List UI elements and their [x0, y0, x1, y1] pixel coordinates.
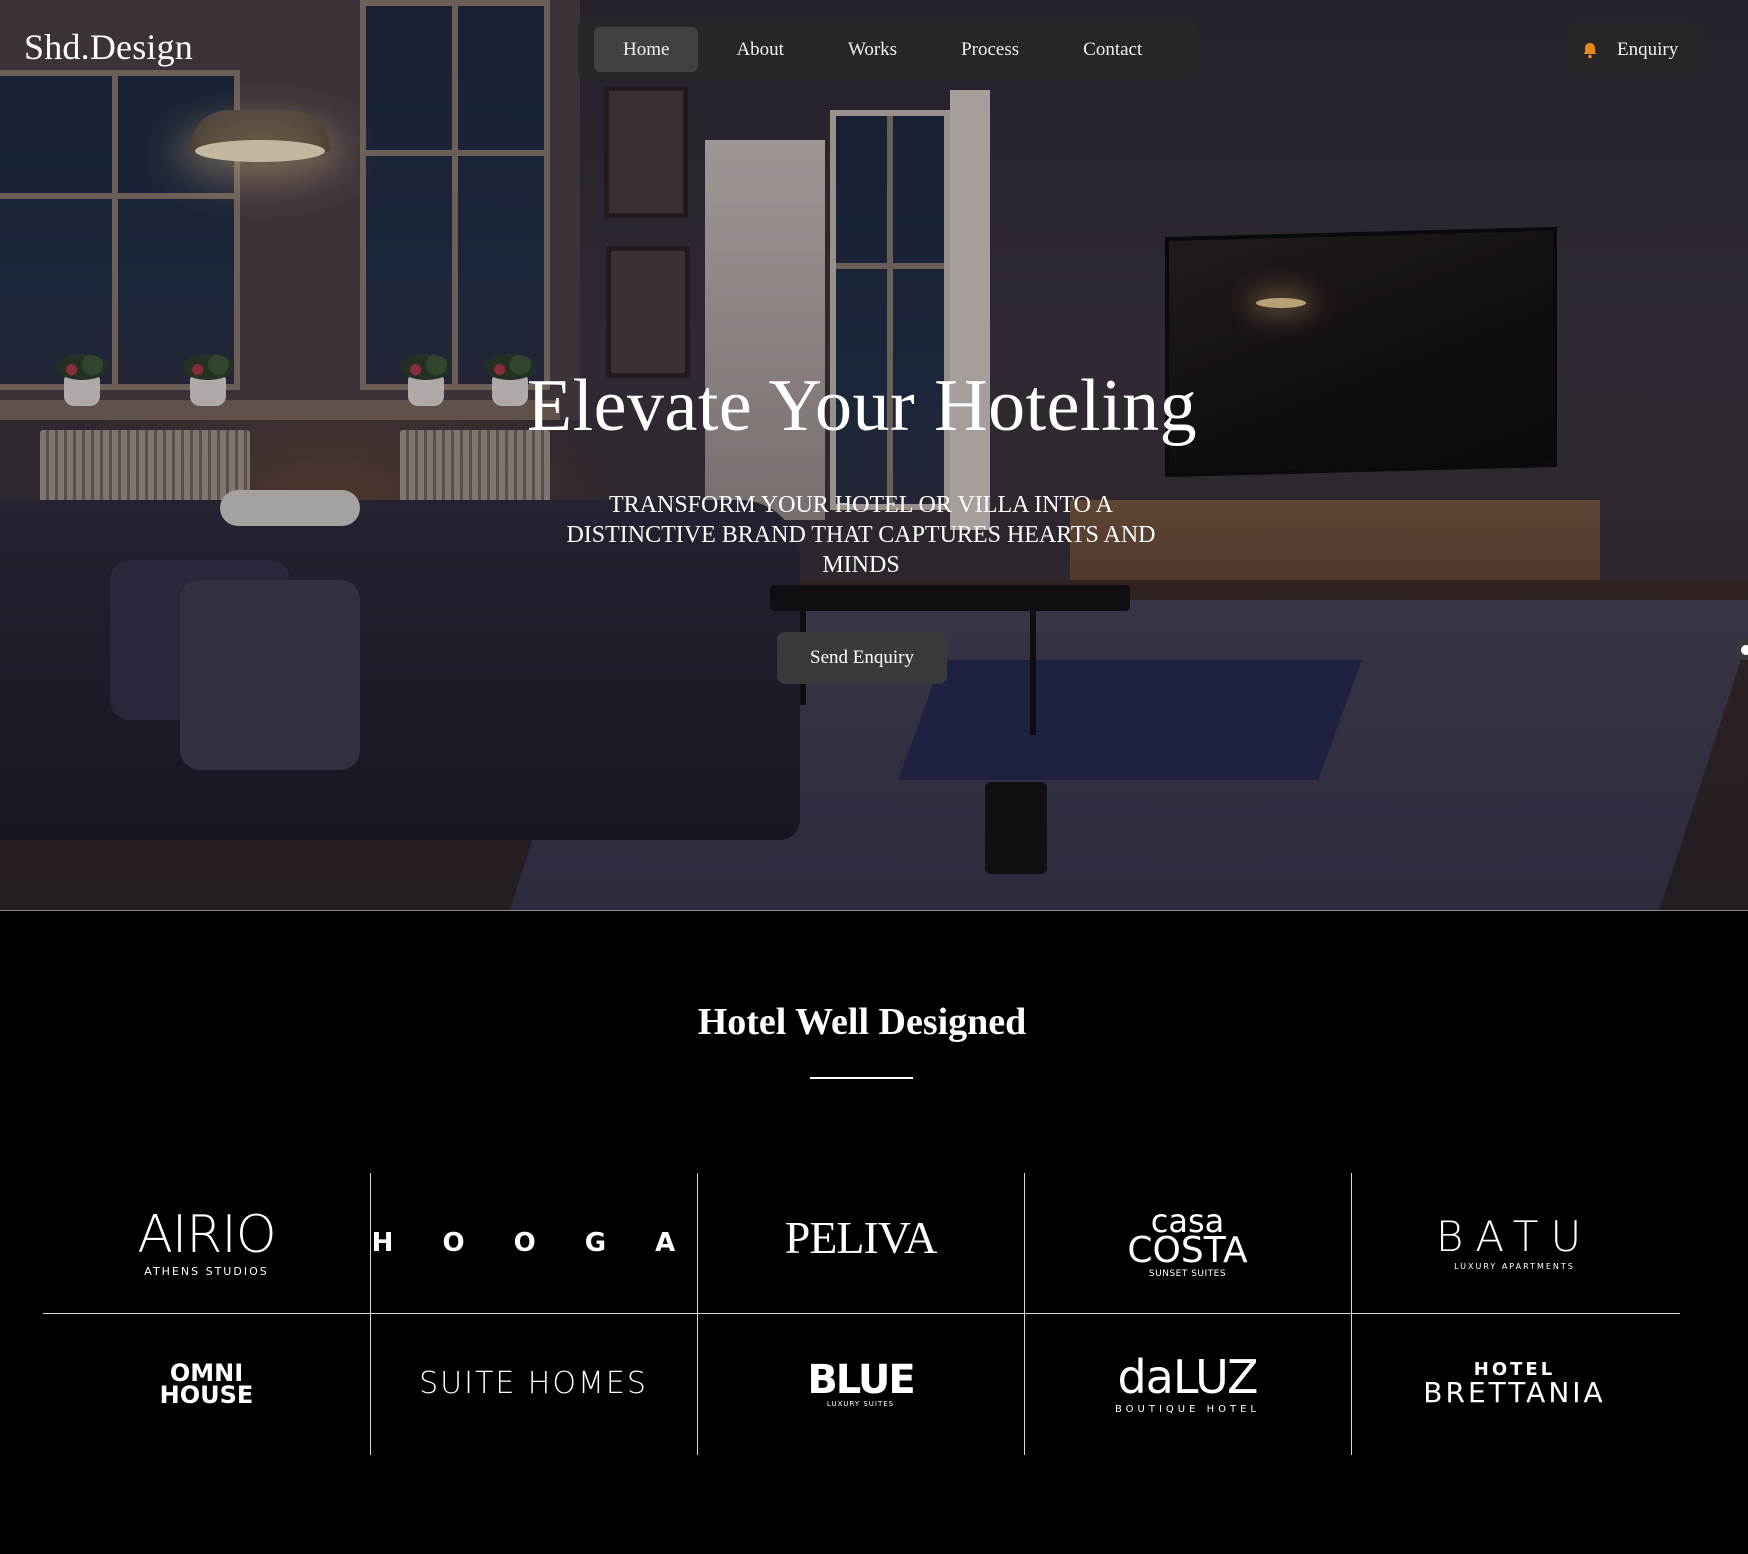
- section-title: Hotel Well Designed: [697, 1001, 1027, 1043]
- hero-section: Shd.Design Home About Works Process Cont…: [0, 0, 1748, 910]
- nav-contact[interactable]: Contact: [1051, 27, 1174, 72]
- site-logo[interactable]: Shd.Design: [24, 26, 193, 68]
- brand-logo-grid: AIRIO ATHENS STUDIOS H O O G A PELIVA ca…: [43, 1173, 1680, 1455]
- brand-logo-daluz: daLUZ BOUTIQUE HOTEL: [1114, 1349, 1260, 1415]
- send-enquiry-button[interactable]: Send Enquiry: [777, 632, 947, 684]
- brand-logo-casa-costa: casa COSTA SUNSET SUITES: [1127, 1202, 1248, 1279]
- hero-title: Elevate Your Hoteling: [526, 365, 1198, 447]
- brand-logo-hooga: H O O G A: [371, 1228, 696, 1258]
- brand-logo-peliva: PELIVA: [784, 1212, 938, 1263]
- nav-works[interactable]: Works: [816, 27, 929, 72]
- brand-logo-hotel-brettania: HOTEL BRETTANIA: [1423, 1359, 1606, 1409]
- hero-subtitle: TRANSFORM YOUR HOTEL OR VILLA INTO A DIS…: [566, 492, 1156, 578]
- title-underline: [810, 1077, 913, 1079]
- enquiry-button[interactable]: Enquiry: [1569, 23, 1700, 76]
- brand-logo-omni-house: OMNI HOUSE: [159, 1359, 254, 1409]
- main-nav: Home About Works Process Contact: [578, 19, 1196, 80]
- nav-process[interactable]: Process: [929, 27, 1051, 72]
- brand-logo-blue: BLUE LUXURY SUITES: [807, 1357, 915, 1408]
- nav-about[interactable]: About: [704, 27, 816, 72]
- brand-logo-airio: AIRIO ATHENS STUDIOS: [137, 1204, 276, 1278]
- hero-divider: [0, 910, 1748, 911]
- nav-home[interactable]: Home: [594, 27, 699, 72]
- brand-logo-batu: BATU LUXURY APARTMENTS: [1435, 1211, 1594, 1271]
- brand-logo-suite-homes: SUITE HOMES: [419, 1366, 648, 1401]
- bell-icon: [1581, 41, 1599, 59]
- enquiry-label: Enquiry: [1617, 38, 1679, 60]
